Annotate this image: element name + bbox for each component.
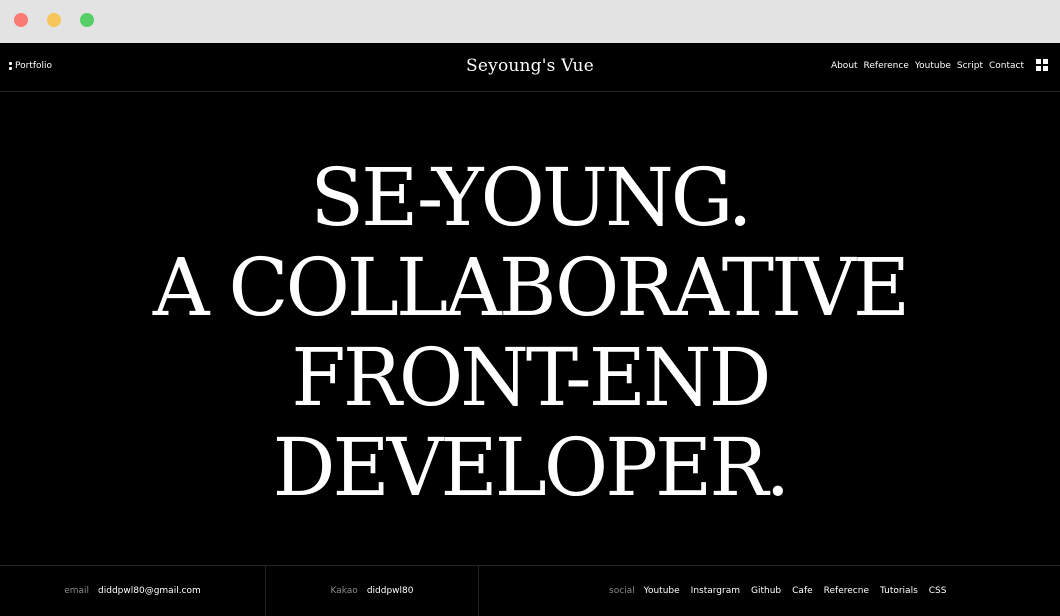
kakao-label: Kakao	[330, 586, 358, 596]
kakao-id: diddpwl80	[366, 586, 414, 596]
footer-social: social Youtube Instargram Github Cafe Re…	[479, 566, 1060, 616]
hero-line-collaborative: A COLLABORATIVE	[152, 241, 910, 334]
social-cafe[interactable]: Cafe	[792, 585, 813, 597]
nav-about[interactable]: About	[831, 60, 858, 72]
site-header: Portfolio Seyoung's Vue About Reference …	[0, 43, 1060, 92]
social-youtube[interactable]: Youtube	[644, 585, 680, 597]
social-instagram[interactable]: Instargram	[691, 585, 740, 597]
window-maximize-button[interactable]	[80, 13, 94, 27]
social-github[interactable]: Github	[751, 585, 781, 597]
social-links: Youtube Instargram Github Cafe Referecne…	[644, 585, 947, 597]
social-css[interactable]: CSS	[929, 585, 947, 597]
hero-line-developer: DEVELOPER.	[272, 421, 791, 514]
nav-youtube[interactable]: Youtube	[915, 60, 951, 72]
page: Portfolio Seyoung's Vue About Reference …	[0, 43, 1060, 616]
social-tutorials[interactable]: Tutorials	[880, 585, 918, 597]
window-minimize-button[interactable]	[47, 13, 61, 27]
social-reference[interactable]: Referecne	[824, 585, 869, 597]
email-link[interactable]: diddpwl80@gmail.com	[98, 585, 201, 597]
grid-menu-icon[interactable]	[1036, 59, 1048, 71]
hero-line-name: SE-YOUNG.	[310, 151, 752, 244]
hero-line-front-end: FRONT-END	[291, 331, 771, 424]
nav-reference[interactable]: Reference	[864, 60, 909, 72]
nav-contact[interactable]: Contact	[989, 60, 1024, 72]
main-nav: About Reference Youtube Script Contact	[831, 60, 1024, 72]
hero-headline: SE-YOUNG. A COLLABORATIVE FRONT-END DEVE…	[0, 153, 1060, 513]
email-label: email	[64, 586, 90, 596]
footer-kakao: Kakao diddpwl80	[266, 566, 479, 616]
browser-chrome	[0, 0, 1060, 43]
window-close-button[interactable]	[14, 13, 28, 27]
site-footer: email diddpwl80@gmail.com Kakao diddpwl8…	[0, 565, 1060, 616]
social-label: social	[609, 586, 635, 596]
footer-email: email diddpwl80@gmail.com	[0, 566, 266, 616]
nav-script[interactable]: Script	[957, 60, 983, 72]
